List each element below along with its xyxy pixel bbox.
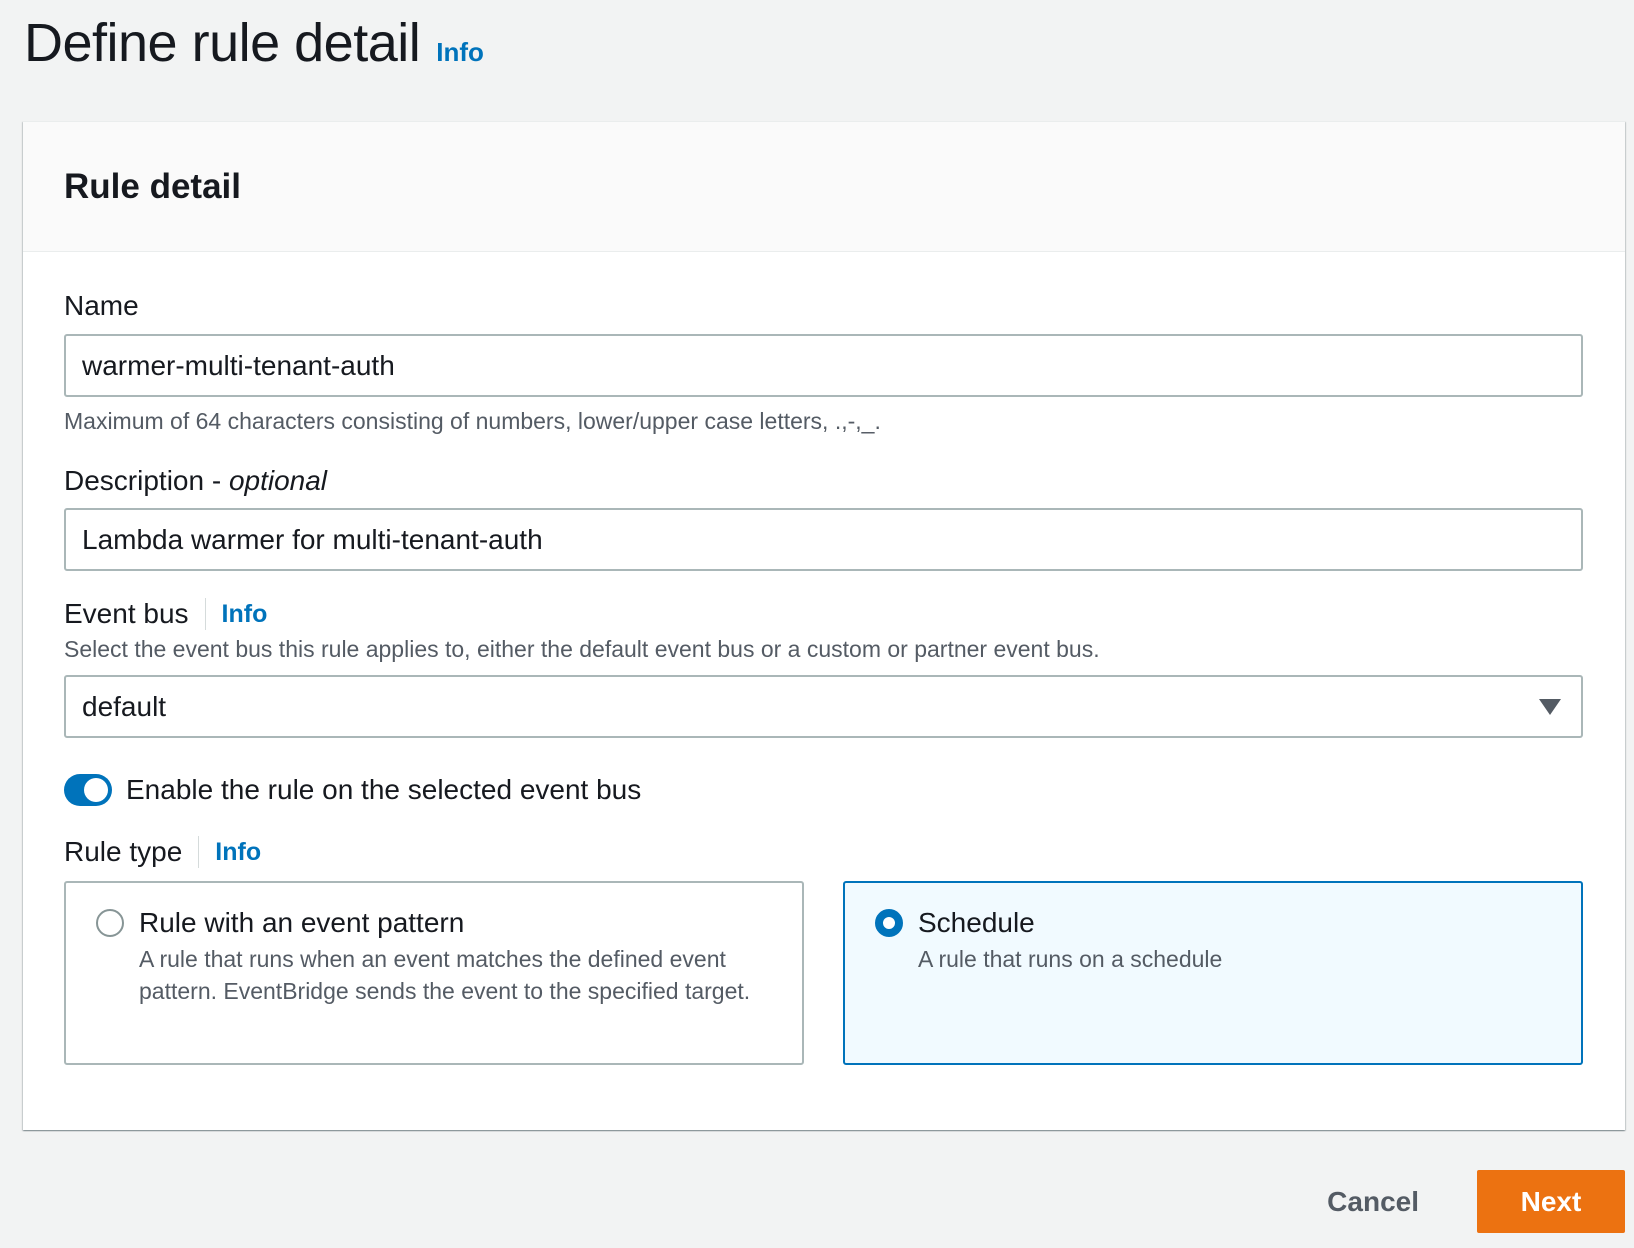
rule-type-tile-schedule[interactable]: Schedule A rule that runs on a schedule: [843, 881, 1583, 1065]
description-label: Description - optional: [64, 465, 1584, 497]
label-divider: [198, 836, 200, 868]
description-label-text: Description -: [64, 465, 229, 496]
name-label: Name: [64, 290, 1584, 322]
next-button[interactable]: Next: [1477, 1170, 1625, 1233]
description-input-value: Lambda warmer for multi-tenant-auth: [82, 523, 543, 555]
tile-description: A rule that runs when an event matches t…: [139, 946, 751, 1004]
cancel-button[interactable]: Cancel: [1307, 1186, 1439, 1218]
page-info-link[interactable]: Info: [436, 37, 484, 68]
rule-type-info-link[interactable]: Info: [215, 838, 261, 867]
enable-rule-toggle[interactable]: [64, 774, 112, 806]
rule-type-label-row: Rule type Info: [64, 836, 1584, 868]
event-bus-label-row: Event bus Info: [64, 598, 1584, 630]
event-bus-description: Select the event bus this rule applies t…: [64, 636, 1100, 662]
rule-detail-panel: Rule detail Name warmer-multi-tenant-aut…: [23, 121, 1625, 1130]
event-bus-select[interactable]: default: [64, 675, 1583, 738]
panel-header: Rule detail: [23, 122, 1625, 252]
tile-description: A rule that runs on a schedule: [918, 946, 1223, 972]
rule-type-tiles: Rule with an event pattern A rule that r…: [64, 881, 1583, 1065]
tile-title: Schedule: [918, 907, 1035, 938]
event-bus-select-value: default: [82, 690, 167, 722]
panel-title: Rule detail: [64, 166, 241, 206]
rule-type-tile-event-pattern[interactable]: Rule with an event pattern A rule that r…: [64, 881, 804, 1065]
toggle-knob: [84, 778, 108, 802]
radio-button-selected[interactable]: [875, 909, 903, 937]
description-optional-text: optional: [228, 465, 328, 496]
enable-rule-toggle-label: Enable the rule on the selected event bu…: [126, 774, 642, 805]
page-header: Define rule detail Info: [24, 12, 484, 74]
enable-rule-toggle-row: Enable the rule on the selected event bu…: [64, 774, 1584, 806]
form-footer: Cancel Next: [1307, 1170, 1625, 1233]
event-bus-label: Event bus: [64, 598, 189, 629]
event-bus-info-link[interactable]: Info: [222, 600, 268, 629]
name-constraint-text: Maximum of 64 characters consisting of n…: [64, 408, 881, 434]
page-title: Define rule detail: [24, 13, 421, 73]
name-input-value: warmer-multi-tenant-auth: [82, 349, 395, 381]
radio-button[interactable]: [96, 909, 124, 937]
tile-title: Rule with an event pattern: [139, 907, 465, 938]
panel-body: Name warmer-multi-tenant-auth Maximum of…: [23, 290, 1625, 1065]
name-label-text: Name: [64, 290, 139, 321]
rule-type-label: Rule type: [64, 836, 183, 867]
label-divider: [204, 598, 206, 630]
name-input[interactable]: warmer-multi-tenant-auth: [64, 334, 1583, 397]
description-input[interactable]: Lambda warmer for multi-tenant-auth: [64, 508, 1583, 571]
caret-down-icon: [1539, 698, 1561, 715]
